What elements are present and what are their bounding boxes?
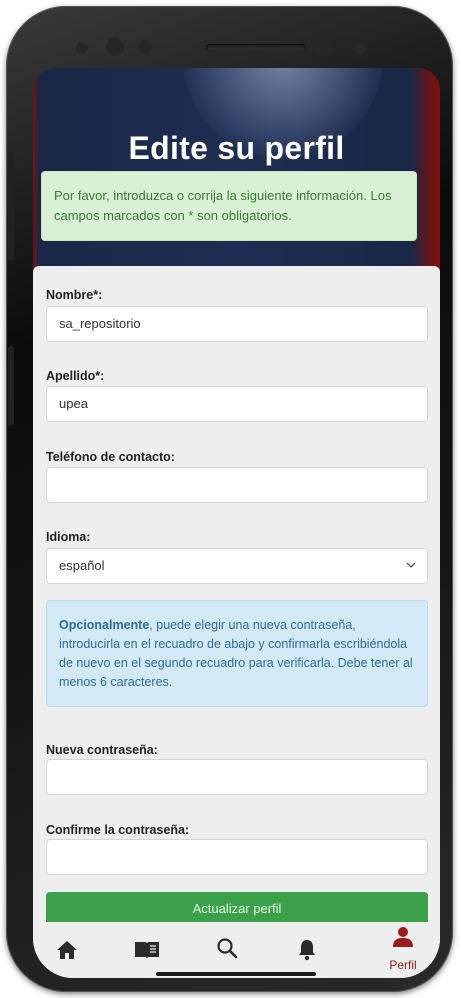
page-title: Edite su perfil xyxy=(128,130,345,166)
success-alert: Por favor, introduzca o corrija la sigui… xyxy=(41,171,417,241)
nav-library[interactable] xyxy=(127,932,167,972)
speaker xyxy=(206,44,306,52)
power-button xyxy=(8,346,14,426)
nav-profile[interactable]: Perfil xyxy=(383,927,423,972)
nombre-input[interactable]: sa_repositorio xyxy=(46,306,428,342)
home-icon xyxy=(57,941,77,959)
update-profile-button[interactable]: Actualizar perfil xyxy=(46,892,428,926)
idioma-selected-value: español xyxy=(59,558,105,573)
nueva-contrasena-label: Nueva contraseña: xyxy=(46,743,158,757)
telefono-label: Teléfono de contacto: xyxy=(46,450,175,464)
camera-bar xyxy=(76,34,396,64)
book-icon xyxy=(135,942,159,959)
volume-button xyxy=(8,151,14,261)
home-indicator xyxy=(156,972,316,976)
phone-frame: Edite su perfil Por favor, introduzca o … xyxy=(6,6,453,992)
nueva-contrasena-input[interactable] xyxy=(46,759,428,795)
idioma-label: Idioma: xyxy=(46,530,91,544)
nav-search[interactable] xyxy=(207,932,247,972)
chevron-down-icon xyxy=(406,562,416,568)
user-icon xyxy=(393,927,413,947)
bottom-nav: Perfil xyxy=(33,922,440,978)
apellido-input[interactable]: upea xyxy=(46,386,428,422)
confirmar-contrasena-input[interactable] xyxy=(46,839,428,875)
idioma-select[interactable]: español xyxy=(46,548,428,584)
app-screen: Edite su perfil Por favor, introduzca o … xyxy=(33,68,440,978)
nav-notifications[interactable] xyxy=(287,932,327,972)
nombre-label: Nombre*: xyxy=(46,288,103,302)
nav-profile-label: Perfil xyxy=(389,958,417,972)
confirmar-contrasena-label: Confirme la contraseña: xyxy=(46,823,190,837)
search-icon xyxy=(217,938,238,959)
bell-icon xyxy=(299,940,315,961)
info-bold-text: Opcionalmente xyxy=(59,618,150,632)
profile-form: Nombre*: sa_repositorio Apellido*: upea … xyxy=(33,266,440,978)
apellido-label: Apellido*: xyxy=(46,369,105,383)
password-info-alert: Opcionalmente, puede elegir una nueva co… xyxy=(46,600,428,707)
nav-home[interactable] xyxy=(47,932,87,972)
telefono-input[interactable] xyxy=(46,467,428,503)
